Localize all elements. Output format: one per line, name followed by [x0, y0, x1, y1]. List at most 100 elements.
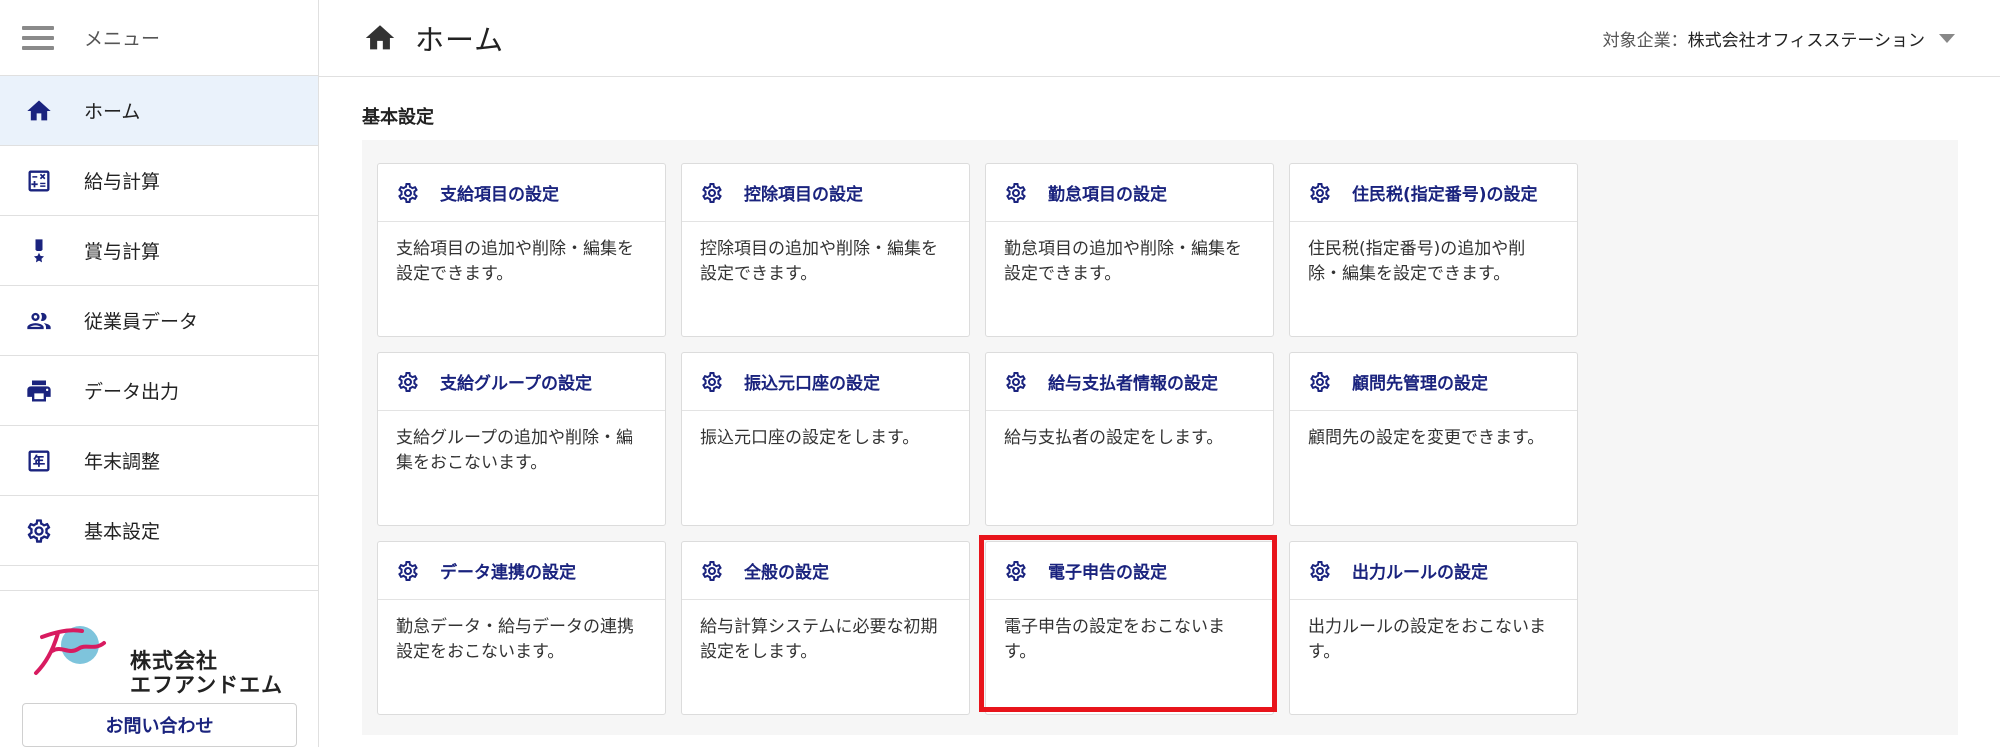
card-header: 勤怠項目の設定: [986, 164, 1273, 222]
card-title: データ連携の設定: [440, 563, 576, 583]
gear-icon: [1308, 181, 1332, 205]
contact-button[interactable]: お問い合わせ: [22, 703, 297, 747]
company-logo: 株式会社 エフアンドエム: [28, 621, 298, 697]
sidebar-item-payroll[interactable]: 給与計算: [0, 146, 318, 216]
chevron-down-icon[interactable]: [1939, 34, 1955, 43]
card-title: 支給グループの設定: [440, 374, 592, 394]
card-description: 顧問先の設定を変更できます。: [1308, 428, 1545, 448]
sidebar-item-label: 年末調整: [84, 451, 161, 473]
card-title: 電子申告の設定: [1048, 563, 1167, 583]
card-description: 出力ルールの設定をおこないます。: [1308, 617, 1546, 662]
settings-card[interactable]: 支給グループの設定支給グループの追加や削除・編集をおこないます。: [377, 352, 666, 526]
sidebar-item-label: 給与計算: [84, 171, 161, 193]
logo-line1: 株式会社: [130, 649, 218, 673]
sidebar-item-label: データ出力: [84, 381, 180, 403]
page-title: ホーム: [415, 23, 505, 57]
card-title: 出力ルールの設定: [1352, 563, 1488, 583]
gear-icon: [700, 370, 724, 394]
app-root: メニュー ホーム 給与計算 賞与計算 従業員データ データ出力 年末調整 基本設…: [0, 0, 2000, 747]
gear-icon: [24, 516, 54, 546]
card-header: 全般の設定: [682, 542, 969, 600]
logo-line2: エフアンドエム: [130, 673, 284, 697]
card-title: 勤怠項目の設定: [1048, 185, 1167, 205]
gear-icon: [396, 181, 420, 205]
card-description: 勤怠項目の追加や削除・編集を設定できます。: [1004, 239, 1242, 284]
gear-icon: [1308, 559, 1332, 583]
hamburger-icon[interactable]: [22, 25, 54, 50]
sidebar-item-employees[interactable]: 従業員データ: [0, 286, 318, 356]
sidebar-footer: 株式会社 エフアンドエム お問い合わせ: [0, 590, 318, 747]
settings-card[interactable]: 全般の設定給与計算システムに必要な初期設定をします。: [681, 541, 970, 715]
card-description: 住民税(指定番号)の追加や削除・編集を設定できます。: [1308, 239, 1526, 284]
section-title: 基本設定: [362, 107, 434, 128]
card-description: 支給項目の追加や削除・編集を設定できます。: [396, 239, 634, 284]
gear-icon: [396, 370, 420, 394]
gear-icon: [1004, 370, 1028, 394]
logo-text: 株式会社 エフアンドエム: [130, 649, 283, 697]
card-description: 振込元口座の設定をします。: [700, 428, 920, 448]
card-header: 顧問先管理の設定: [1290, 353, 1577, 411]
settings-card[interactable]: 住民税(指定番号)の設定住民税(指定番号)の追加や削除・編集を設定できます。: [1289, 163, 1578, 337]
card-title: 住民税(指定番号)の設定: [1352, 185, 1538, 205]
gear-icon: [700, 181, 724, 205]
settings-card[interactable]: 顧問先管理の設定顧問先の設定を変更できます。: [1289, 352, 1578, 526]
home-icon: [363, 21, 397, 55]
card-description: 勤怠データ・給与データの連携設定をおこないます。: [396, 617, 634, 662]
settings-card[interactable]: 勤怠項目の設定勤怠項目の追加や削除・編集を設定できます。: [985, 163, 1274, 337]
gear-icon: [700, 559, 724, 583]
card-header: 振込元口座の設定: [682, 353, 969, 411]
card-header: 支給グループの設定: [378, 353, 665, 411]
sidebar-item-home[interactable]: ホーム: [0, 76, 318, 146]
settings-card[interactable]: 給与支払者情報の設定給与支払者の設定をします。: [985, 352, 1274, 526]
calculator-icon: [24, 166, 54, 196]
card-title: 給与支払者情報の設定: [1048, 374, 1218, 394]
logo-mark-icon: [34, 626, 106, 675]
year-icon: [24, 446, 54, 476]
sidebar-item-label: 従業員データ: [84, 311, 199, 333]
people-icon: [24, 306, 54, 336]
company-selector[interactable]: 対象企業： 株式会社オフィスステーション: [1603, 26, 1955, 51]
card-header: 控除項目の設定: [682, 164, 969, 222]
sidebar-item-label: 賞与計算: [84, 241, 161, 263]
home-icon: [24, 96, 54, 126]
settings-card[interactable]: 支給項目の設定支給項目の追加や削除・編集を設定できます。: [377, 163, 666, 337]
card-header: データ連携の設定: [378, 542, 665, 600]
sidebar-item-basic-settings[interactable]: 基本設定: [0, 496, 318, 566]
card-description: 給与計算システムに必要な初期設定をします。: [700, 617, 938, 662]
card-header: 給与支払者情報の設定: [986, 353, 1273, 411]
sidebar-item-bonus[interactable]: 賞与計算: [0, 216, 318, 286]
card-header: 支給項目の設定: [378, 164, 665, 222]
company-label: 対象企業：: [1602, 31, 1688, 51]
card-title: 控除項目の設定: [744, 185, 863, 205]
card-header: 電子申告の設定: [986, 542, 1273, 600]
card-description: 控除項目の追加や削除・編集を設定できます。: [700, 239, 938, 284]
menu-label: メニュー: [84, 28, 161, 50]
settings-card[interactable]: 振込元口座の設定振込元口座の設定をします。: [681, 352, 970, 526]
card-header: 住民税(指定番号)の設定: [1290, 164, 1577, 222]
sidebar-item-label: ホーム: [84, 101, 141, 123]
sidebar-item-label: 基本設定: [84, 521, 161, 543]
card-description: 給与支払者の設定をします。: [1004, 428, 1224, 448]
gear-icon: [1308, 370, 1332, 394]
gear-icon: [1004, 559, 1028, 583]
card-title: 支給項目の設定: [440, 185, 559, 205]
settings-card[interactable]: 出力ルールの設定出力ルールの設定をおこないます。: [1289, 541, 1578, 715]
sidebar: メニュー ホーム 給与計算 賞与計算 従業員データ データ出力 年末調整 基本設…: [0, 0, 319, 747]
card-header: 出力ルールの設定: [1290, 542, 1577, 600]
card-title: 顧問先管理の設定: [1352, 374, 1488, 394]
menu-header[interactable]: メニュー: [0, 0, 318, 76]
company-name: 株式会社オフィスステーション: [1687, 31, 1925, 51]
gear-icon: [1004, 181, 1028, 205]
sidebar-item-year-end[interactable]: 年末調整: [0, 426, 318, 496]
settings-card[interactable]: 電子申告の設定電子申告の設定をおこないます。: [985, 541, 1274, 715]
card-title: 全般の設定: [744, 563, 829, 583]
card-title: 振込元口座の設定: [744, 374, 880, 394]
sidebar-item-data-output[interactable]: データ出力: [0, 356, 318, 426]
medal-icon: [24, 236, 54, 266]
card-description: 電子申告の設定をおこないます。: [1004, 617, 1225, 662]
top-header: ホーム 対象企業： 株式会社オフィスステーション: [319, 0, 2000, 77]
card-description: 支給グループの追加や削除・編集をおこないます。: [396, 428, 633, 473]
printer-icon: [24, 376, 54, 406]
settings-card[interactable]: 控除項目の設定控除項目の追加や削除・編集を設定できます。: [681, 163, 970, 337]
settings-card[interactable]: データ連携の設定勤怠データ・給与データの連携設定をおこないます。: [377, 541, 666, 715]
